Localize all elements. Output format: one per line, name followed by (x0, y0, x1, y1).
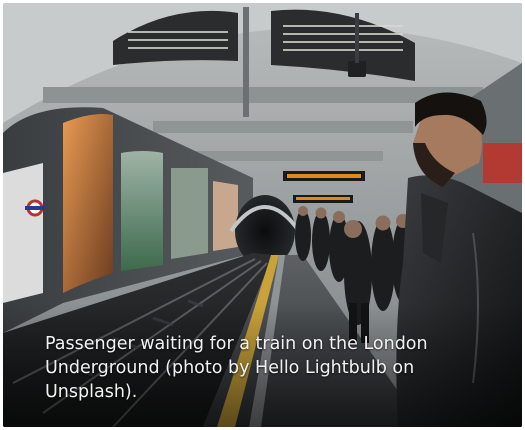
photo-caption: Passenger waiting for a train on the Lon… (45, 334, 428, 402)
image-frame: Passenger waiting for a train on the Lon… (0, 0, 525, 430)
